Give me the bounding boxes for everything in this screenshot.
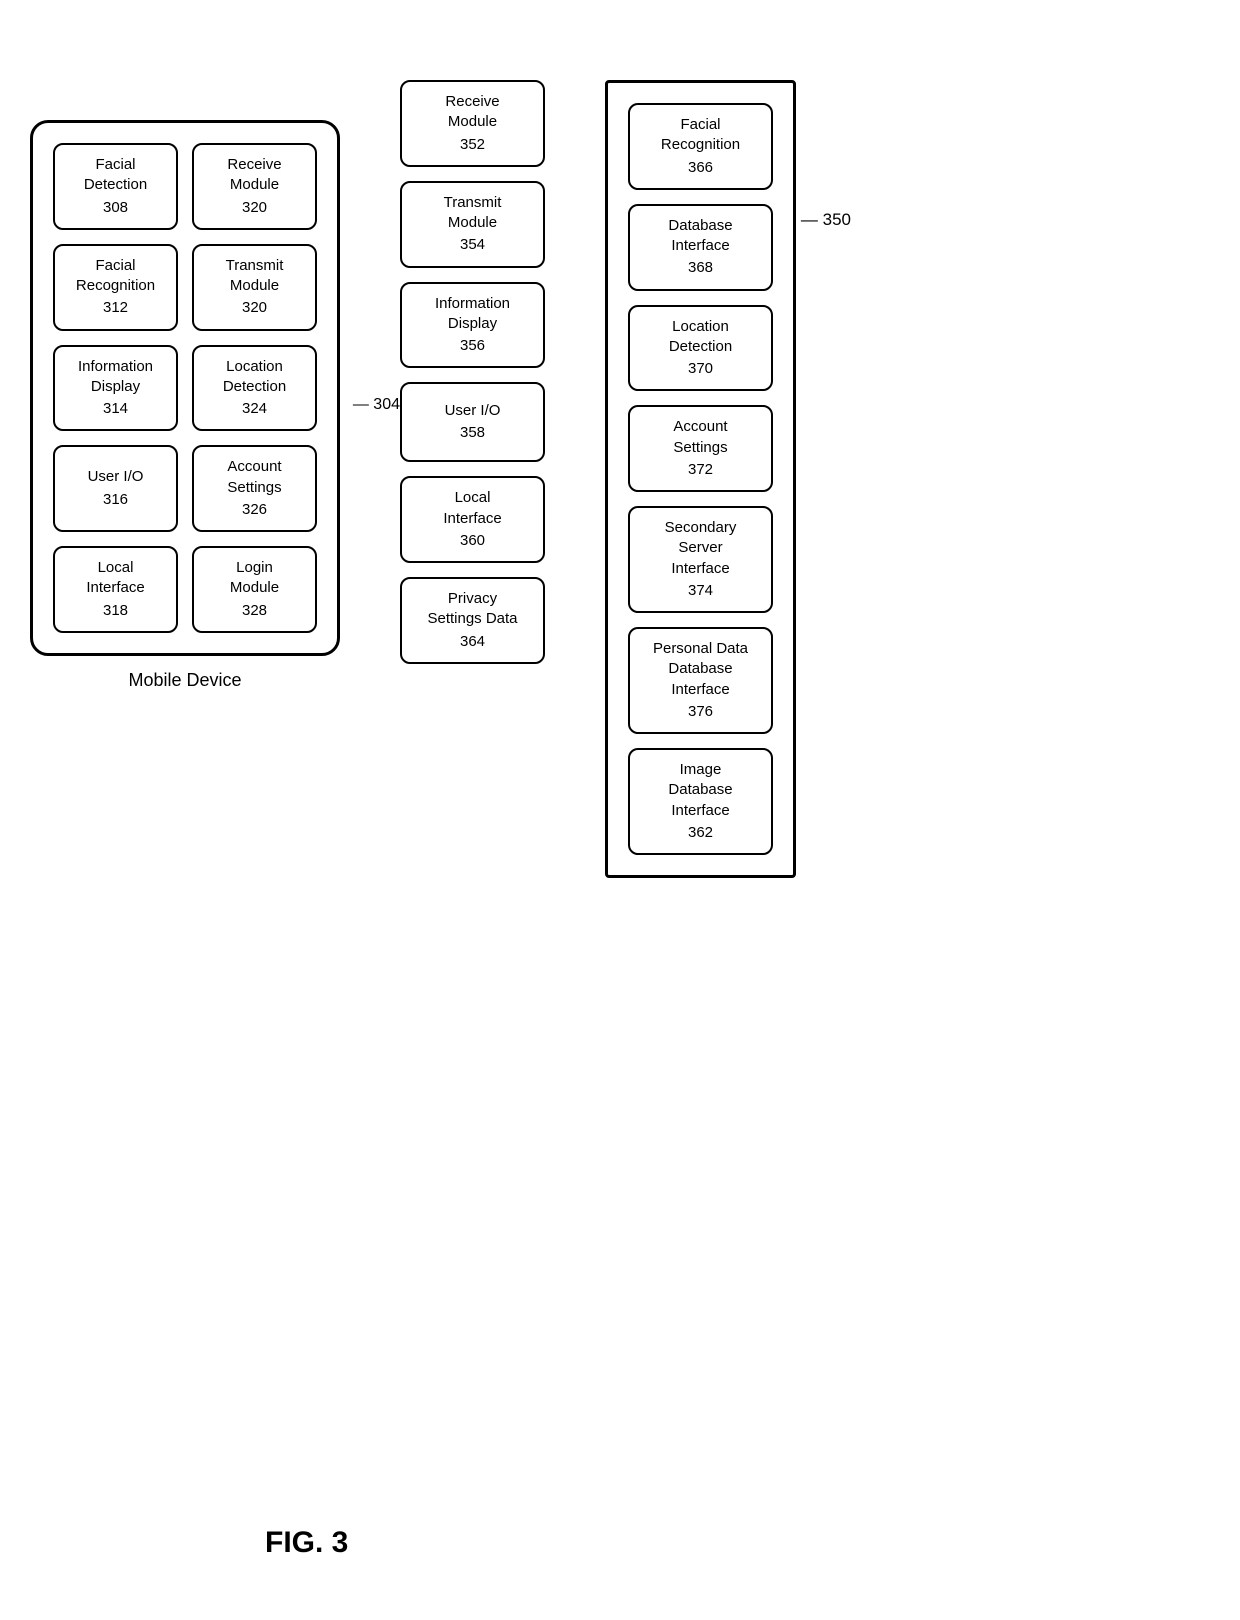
mobile-module-312: FacialRecognition312 xyxy=(53,244,178,331)
middle-module-356: InformationDisplay356 xyxy=(400,282,545,369)
right-column: FacialRecognition366 DatabaseInterface368… xyxy=(628,103,773,855)
right-outer-box: FacialRecognition366 DatabaseInterface368… xyxy=(605,80,796,878)
mobile-module-328: LoginModule328 xyxy=(192,546,317,633)
middle-module-352: ReceiveModule352 xyxy=(400,80,545,167)
mobile-module-314: InformationDisplay314 xyxy=(53,345,178,432)
middle-module-354: TransmitModule354 xyxy=(400,181,545,268)
right-module-376: Personal DataDatabaseInterface376 xyxy=(628,627,773,734)
middle-module-358: User I/O358 xyxy=(400,382,545,462)
right-module-370: LocationDetection370 xyxy=(628,305,773,392)
right-module-366: FacialRecognition366 xyxy=(628,103,773,190)
fig-label: FIG. 3 xyxy=(265,1526,348,1560)
mobile-module-316: User I/O316 xyxy=(53,445,178,532)
right-module-368: DatabaseInterface368 xyxy=(628,204,773,291)
ref-350-label: — 350 xyxy=(801,210,851,230)
right-module-362: ImageDatabaseInterface362 xyxy=(628,748,773,855)
mobile-device-box: FacialDetection308ReceiveModule320Facial… xyxy=(30,120,340,656)
mobile-module-318: LocalInterface318 xyxy=(53,546,178,633)
mobile-module-320: ReceiveModule320 xyxy=(192,143,317,230)
mobile-module-308: FacialDetection308 xyxy=(53,143,178,230)
mobile-module-326: AccountSettings326 xyxy=(192,445,317,532)
right-section: FacialRecognition366 DatabaseInterface368… xyxy=(605,80,796,878)
right-module-374: SecondaryServerInterface374 xyxy=(628,506,773,613)
middle-module-364: PrivacySettings Data364 xyxy=(400,577,545,664)
right-module-372: AccountSettings372 xyxy=(628,405,773,492)
mobile-module-320: TransmitModule320 xyxy=(192,244,317,331)
middle-module-360: LocalInterface360 xyxy=(400,476,545,563)
ref-304-label: — 304 xyxy=(353,396,400,414)
middle-section: ReceiveModule352 TransmitModule354 Informa… xyxy=(400,80,545,664)
mobile-device-label: Mobile Device xyxy=(128,670,241,691)
mobile-module-324: LocationDetection324 xyxy=(192,345,317,432)
